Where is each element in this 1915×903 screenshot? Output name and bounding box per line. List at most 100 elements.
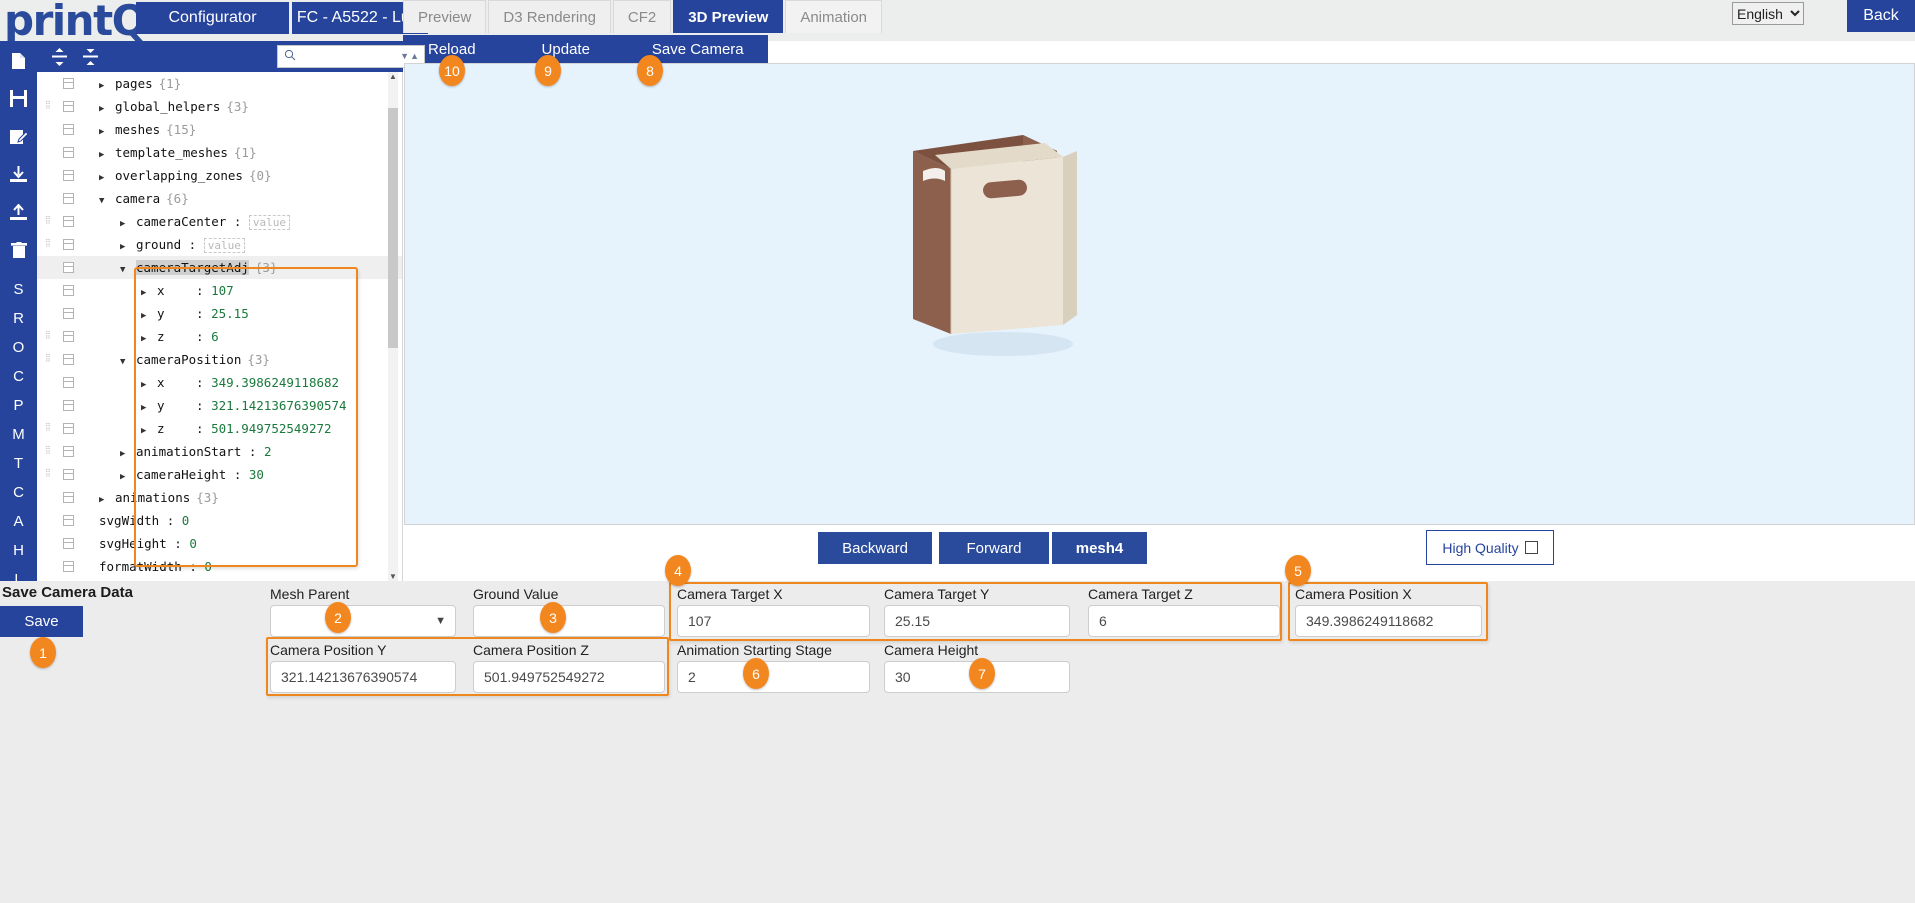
tree-row-checkbox[interactable]	[63, 561, 74, 572]
tree-row[interactable]: ⣿ ▶ z : 6	[37, 325, 402, 348]
rail-letter-c1[interactable]: C	[0, 362, 37, 391]
tree-scroll-up-arrow[interactable]: ▲	[389, 72, 397, 81]
tree-row-value-placeholder[interactable]: value	[203, 237, 245, 253]
ground-value-input[interactable]	[473, 605, 665, 637]
json-tree-panel[interactable]: ▶ pages {1} ⣿ ▶ global_helpers {3} ▶ meshes {15} ▶…	[37, 72, 403, 581]
tab-preview[interactable]: Preview	[403, 0, 487, 33]
tab-animation[interactable]: Animation	[785, 0, 883, 33]
tree-row-value-placeholder[interactable]: value	[248, 214, 291, 230]
tree-row[interactable]: ⣿ ▶ animationStart : 2	[37, 440, 402, 463]
new-document-icon[interactable]	[0, 46, 37, 75]
tree-row-value[interactable]: 0	[182, 513, 190, 528]
rail-letter-a[interactable]: A	[0, 507, 37, 536]
tree-row[interactable]: ▶ pages {1}	[37, 72, 402, 95]
search-sort-carets[interactable]: ▼▲	[400, 51, 420, 61]
tree-row-checkbox[interactable]	[63, 446, 74, 457]
tree-row[interactable]: ▶ y : 25.15	[37, 302, 402, 325]
drag-handle-icon[interactable]: ⣿	[45, 469, 54, 480]
expand-all-icon[interactable]	[51, 47, 68, 66]
tree-row-value[interactable]: 30	[249, 467, 264, 482]
tree-scroll-thumb[interactable]	[388, 108, 398, 348]
tree-row-checkbox[interactable]	[63, 331, 74, 342]
drag-handle-icon[interactable]: ⣿	[45, 354, 54, 365]
tree-row-value[interactable]: 0	[189, 536, 197, 551]
backward-button[interactable]: Backward	[818, 532, 932, 564]
twisty-open-icon[interactable]: ▼	[120, 357, 130, 367]
tab-cf2[interactable]: CF2	[612, 0, 672, 33]
tree-row-value[interactable]: 6	[211, 329, 219, 344]
tree-row[interactable]: ▶ x : 107	[37, 279, 402, 302]
animation-starting-stage-input[interactable]	[677, 661, 870, 693]
tree-row[interactable]: ▶ x : 349.3986249118682	[37, 371, 402, 394]
tree-row-checkbox[interactable]	[63, 78, 74, 89]
tree-row[interactable]: ▶ overlapping_zones {0}	[37, 164, 402, 187]
tree-row-checkbox[interactable]	[63, 285, 74, 296]
tree-row-value[interactable]: 25.15	[211, 306, 249, 321]
language-select[interactable]: English	[1732, 2, 1804, 25]
edit-icon[interactable]	[0, 122, 37, 151]
camera-position-y-input[interactable]	[270, 661, 456, 693]
tree-row-checkbox[interactable]	[63, 193, 74, 204]
rail-letter-r[interactable]: R	[0, 304, 37, 333]
tree-row-checkbox[interactable]	[63, 170, 74, 181]
drag-handle-icon[interactable]: ⣿	[45, 331, 54, 342]
tree-row[interactable]: ⣿ ▶ ground : value	[37, 233, 402, 256]
tree-scrollbar[interactable]: ▲ ▼	[388, 72, 398, 581]
tree-row[interactable]: svgWidth : 0	[37, 509, 402, 532]
camera-target-x-input[interactable]	[677, 605, 870, 637]
upload-icon[interactable]	[0, 198, 37, 227]
tab-d3-rendering[interactable]: D3 Rendering	[488, 0, 611, 33]
rail-letter-p[interactable]: P	[0, 391, 37, 420]
tree-row-value[interactable]: 349.3986249118682	[211, 375, 339, 390]
tree-search-box[interactable]: ▼▲	[277, 45, 425, 68]
tree-row[interactable]: ▶ animations {3}	[37, 486, 402, 509]
tree-row-checkbox[interactable]	[63, 147, 74, 158]
rail-letter-h[interactable]: H	[0, 536, 37, 565]
camera-target-z-input[interactable]	[1088, 605, 1280, 637]
tree-row[interactable]: svgHeight : 0	[37, 532, 402, 555]
tree-row-checkbox[interactable]	[63, 400, 74, 411]
tree-row-checkbox[interactable]	[63, 101, 74, 112]
rail-letter-c2[interactable]: C	[0, 478, 37, 507]
tree-row[interactable]: ⣿ ▶ z : 501.949752549272	[37, 417, 402, 440]
tab-3d-preview[interactable]: 3D Preview	[673, 0, 784, 33]
tree-row-checkbox[interactable]	[63, 262, 74, 273]
tree-row-checkbox[interactable]	[63, 515, 74, 526]
rail-letter-s[interactable]: S	[0, 275, 37, 304]
tree-scroll-down-arrow[interactable]: ▼	[389, 572, 397, 581]
tree-row-checkbox[interactable]	[63, 354, 74, 365]
tree-row-checkbox[interactable]	[63, 423, 74, 434]
3d-viewport[interactable]	[404, 63, 1915, 525]
tree-row-checkbox[interactable]	[63, 469, 74, 480]
tree-row[interactable]: ▼ cameraTargetAdj {3}	[37, 256, 402, 279]
tree-row[interactable]: ▶ y : 321.14213676390574	[37, 394, 402, 417]
delete-icon[interactable]	[0, 236, 37, 265]
tree-row[interactable]: formatWidth : 0	[37, 555, 402, 578]
save-icon[interactable]	[0, 84, 37, 113]
twisty-open-icon[interactable]: ▼	[120, 265, 130, 275]
tree-row-checkbox[interactable]	[63, 124, 74, 135]
rail-letter-o[interactable]: O	[0, 333, 37, 362]
drag-handle-icon[interactable]: ⣿	[45, 423, 54, 434]
mesh-selector-button[interactable]: mesh4	[1052, 532, 1147, 564]
download-icon[interactable]	[0, 160, 37, 189]
tree-row[interactable]: ⣿ ▶ cameraCenter : value	[37, 210, 402, 233]
tree-row[interactable]: ⣿ ▶ cameraHeight : 30	[37, 463, 402, 486]
drag-handle-icon[interactable]: ⣿	[45, 216, 54, 227]
tree-row-checkbox[interactable]	[63, 239, 74, 250]
tree-row-value[interactable]: 0	[204, 559, 212, 574]
forward-button[interactable]: Forward	[939, 532, 1049, 564]
tree-row-value[interactable]: 501.949752549272	[211, 421, 331, 436]
rail-letter-t[interactable]: T	[0, 449, 37, 478]
tree-row-value[interactable]: 2	[264, 444, 272, 459]
camera-position-z-input[interactable]	[473, 661, 665, 693]
save-button[interactable]: Save	[0, 606, 83, 637]
tree-row-value[interactable]: 321.14213676390574	[211, 398, 346, 413]
rail-letter-m[interactable]: M	[0, 420, 37, 449]
save-camera-button[interactable]: Save Camera	[652, 41, 744, 58]
twisty-open-icon[interactable]: ▼	[99, 196, 109, 206]
back-button[interactable]: Back	[1847, 0, 1915, 32]
tree-row[interactable]: ⣿ ▼ cameraPosition {3}	[37, 348, 402, 371]
configurator-button[interactable]: Configurator	[136, 2, 289, 34]
drag-handle-icon[interactable]: ⣿	[45, 446, 54, 457]
